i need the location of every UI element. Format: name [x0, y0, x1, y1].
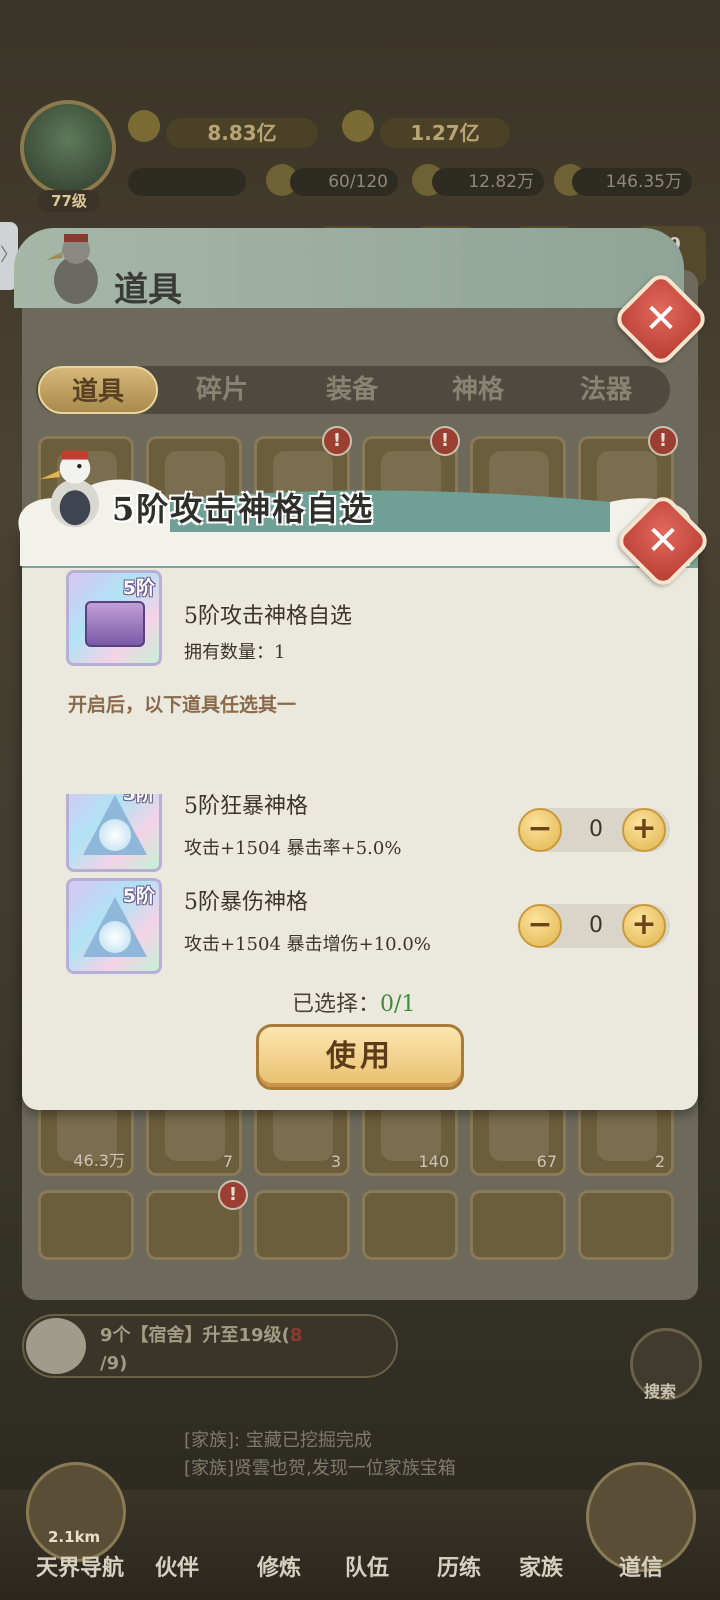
plus-button[interactable]: + — [622, 808, 666, 852]
distance-label: 2.1km — [48, 1528, 101, 1546]
option-list[interactable]: 5阶 5阶狂暴神格 攻击+1504 暴击率+5.0% − 0 + 5阶 5阶暴伤… — [62, 794, 682, 976]
crystal-item-icon: 5阶 — [66, 794, 162, 872]
item-name: 5阶攻击神格自选 — [184, 604, 352, 629]
item-count: 7 — [222, 1152, 233, 1171]
task-progress-total: /9) — [100, 1353, 128, 1374]
alert-badge: ! — [218, 1180, 248, 1210]
quantity-value: 0 — [589, 913, 603, 938]
task-progress-current: 8 — [289, 1325, 303, 1346]
use-button[interactable]: 使用 — [256, 1024, 464, 1090]
item-slot[interactable] — [38, 1190, 134, 1260]
option-row: 5阶 5阶狂暴神格 攻击+1504 暴击率+5.0% − 0 + — [62, 794, 682, 876]
quantity-value: 0 — [589, 817, 603, 842]
owned-count: 拥有数量：1 — [184, 642, 286, 663]
quantity-stepper: − 0 + — [518, 904, 670, 948]
item-tier: 5阶 — [122, 577, 155, 599]
item-slot[interactable] — [254, 1190, 350, 1260]
select-hint: 开启后，以下道具任选其一 — [68, 694, 297, 716]
chest-icon — [85, 601, 145, 647]
item-slot[interactable] — [470, 1190, 566, 1260]
option-name: 5阶暴伤神格 — [184, 890, 308, 915]
merit-value: 8.83亿 — [166, 118, 318, 148]
tab-artifacts[interactable]: 法器 — [546, 366, 666, 414]
nav-cultivate[interactable]: 修炼 — [234, 1550, 324, 1582]
tab-equipment[interactable]: 装备 — [292, 366, 412, 414]
items-panel-title: 道具 — [114, 270, 182, 310]
alert-badge: ! — [322, 426, 352, 456]
task-text-prefix: 9个【宿舍】升至19级( — [100, 1325, 290, 1346]
item-count: 46.3万 — [73, 1151, 125, 1170]
nav-daoxin[interactable]: 道信 — [596, 1550, 686, 1582]
search-label: 搜索 — [644, 1382, 677, 1401]
player-avatar[interactable] — [20, 100, 116, 196]
selected-label: 已选择： — [292, 992, 381, 1017]
option-name: 5阶狂暴神格 — [184, 794, 308, 819]
plus-button[interactable]: + — [622, 904, 666, 948]
nav-sky-navigation[interactable]: 天界导航 — [20, 1550, 140, 1582]
minus-button[interactable]: − — [518, 904, 562, 948]
coin-value: 146.35万 — [572, 168, 692, 196]
item-count: 3 — [330, 1152, 341, 1171]
chat-message[interactable]: [家族]贤雲也贺,发现一位家族宝箱 — [184, 1454, 456, 1480]
scroll-icon — [26, 1318, 86, 1374]
option-tier: 5阶 — [122, 794, 155, 805]
battle-power-value: 1.27亿 — [380, 118, 510, 148]
alert-badge: ! — [430, 426, 460, 456]
merit-icon — [128, 110, 160, 142]
resource-1-value: 12.82万 — [432, 168, 544, 196]
item-slot[interactable] — [362, 1190, 458, 1260]
tab-fragments[interactable]: 碎片 — [162, 366, 282, 414]
crystal-item-icon: 5阶 — [66, 878, 162, 974]
item-count: 67 — [536, 1152, 557, 1171]
crane-mascot-icon — [46, 234, 98, 304]
item-slot[interactable] — [578, 1190, 674, 1260]
crane-mascot-icon — [40, 450, 100, 528]
battle-power-icon — [342, 110, 374, 142]
nav-family[interactable]: 家族 — [496, 1550, 586, 1582]
item-count: 2 — [654, 1152, 665, 1171]
quantity-stepper: − 0 + — [518, 808, 670, 852]
tab-divinity[interactable]: 神格 — [418, 366, 538, 414]
option-row: 5阶 5阶暴伤神格 攻击+1504 暴击增伤+10.0% − 0 + — [62, 878, 682, 976]
nav-team[interactable]: 队伍 — [322, 1550, 412, 1582]
chest-item-icon: 5阶 — [66, 570, 162, 666]
selected-count: 已选择：0/1 — [292, 986, 415, 1018]
selected-value: 0/1 — [380, 992, 416, 1017]
alert-badge: ! — [648, 426, 678, 456]
chat-message[interactable]: [家族]: 宝藏已挖掘完成 — [184, 1426, 372, 1452]
modal-title: 5阶攻击神格自选 — [112, 490, 375, 528]
nav-trials[interactable]: 历练 — [414, 1550, 504, 1582]
nav-partners[interactable]: 伙伴 — [132, 1550, 222, 1582]
stamina-value[interactable]: 60/120 — [290, 168, 398, 196]
tab-items[interactable]: 道具 — [38, 366, 158, 414]
item-count: 140 — [418, 1152, 449, 1171]
minus-button[interactable]: − — [518, 808, 562, 852]
close-icon: ✕ — [646, 518, 680, 564]
option-stats: 攻击+1504 暴击率+5.0% — [184, 838, 402, 859]
close-icon: ✕ — [644, 296, 678, 342]
player-level: 77级 — [38, 190, 100, 212]
option-tier: 5阶 — [122, 885, 155, 907]
task-text: 9个【宿舍】升至19级(8/9) — [100, 1322, 390, 1378]
exp-bar — [128, 168, 246, 196]
option-stats: 攻击+1504 暴击增伤+10.0% — [184, 934, 431, 955]
sky-navigation-icon[interactable] — [26, 1462, 126, 1562]
items-tab-bar: 道具 碎片 装备 神格 法器 — [36, 366, 670, 414]
